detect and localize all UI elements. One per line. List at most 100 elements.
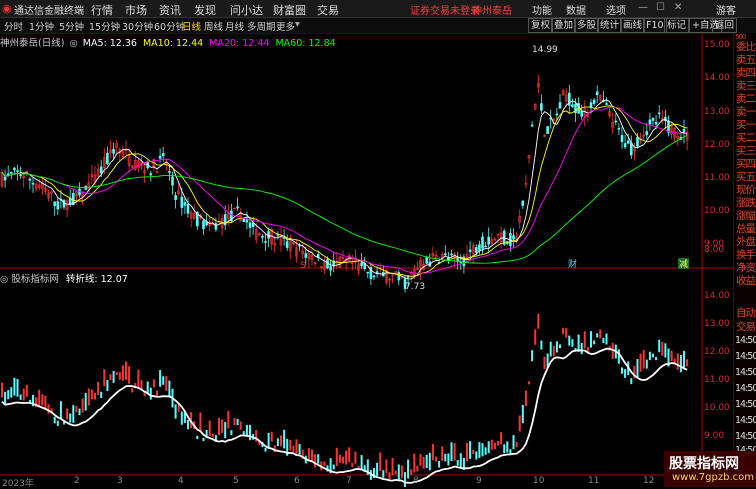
candle-body — [261, 236, 264, 238]
indicator-bar — [441, 446, 444, 461]
indicator-bar — [13, 377, 16, 396]
indicator-bar — [540, 340, 543, 350]
indicator-bar — [276, 438, 279, 447]
indicator-bar — [149, 387, 152, 400]
indicator-bar — [81, 398, 84, 413]
candle-body — [161, 153, 165, 157]
indicator-bar — [87, 388, 90, 406]
indicator-bar — [218, 417, 220, 436]
indicator-bar — [307, 448, 310, 461]
side-trade[interactable]: 交易 — [736, 319, 756, 334]
indicator-bar — [630, 378, 633, 385]
x-tick-1: 2 — [74, 476, 80, 486]
price-tick-1: 14.00 — [704, 73, 730, 83]
candle-body — [10, 172, 13, 174]
indicator-bar — [245, 424, 248, 437]
candle-body — [31, 182, 35, 185]
indicator-bar — [478, 442, 481, 458]
candle-body — [168, 171, 171, 173]
indicator-bar — [298, 444, 301, 455]
candle-body — [595, 91, 599, 95]
indicator-bar — [97, 381, 100, 395]
side-time-1: 14:50 — [735, 351, 756, 362]
candle-body — [592, 99, 596, 104]
sub-indicator-bars — [1, 313, 689, 487]
indicator-bar — [453, 443, 456, 461]
indicator-bar — [180, 411, 183, 425]
indicator-bar — [106, 380, 109, 392]
indicator-bar — [645, 359, 648, 369]
ma-lines — [1, 99, 688, 280]
price-tick-4: 11.00 — [704, 173, 730, 183]
turn-line — [1, 347, 688, 484]
indicator-bar — [10, 387, 13, 398]
event-marker-cai[interactable]: 财 — [568, 258, 577, 270]
candle-body — [617, 127, 621, 130]
indicator-bar — [388, 472, 391, 481]
indicator-bar — [431, 443, 434, 461]
indicator-bar — [59, 401, 62, 419]
indicator-bar — [16, 379, 19, 397]
candle-body — [13, 167, 16, 171]
indicator-bar — [335, 447, 338, 467]
indicator-bar — [208, 420, 211, 437]
indicator-bar — [524, 390, 527, 407]
indicator-bar — [503, 444, 506, 454]
indicator-bar — [624, 369, 627, 378]
side-tab-18[interactable]: 收益 — [736, 273, 756, 288]
indicator-bar — [283, 429, 286, 449]
indicator-bar — [459, 453, 462, 468]
event-marker-jian[interactable]: 减 — [679, 258, 688, 270]
side-time-3: 14:50 — [735, 383, 756, 394]
indicator-bar — [221, 419, 224, 434]
indicator-bar — [109, 374, 112, 381]
turn-line-path — [1, 347, 688, 484]
candle-body — [214, 223, 218, 230]
indicator-bar — [348, 447, 351, 463]
indicator-bar — [636, 359, 639, 378]
indicator-bar — [199, 412, 202, 431]
site-watermark: 股票指标网 www.7gpzb.com — [664, 451, 756, 487]
candle-body — [636, 136, 639, 147]
candle-body — [623, 143, 627, 148]
quote-side-panel: 500 委比 卖五 卖四 卖三 卖二 卖一 买一 买二 买三 买四 买五 现价 … — [733, 33, 756, 487]
indicator-bar — [4, 391, 7, 404]
indicator-bar — [400, 465, 403, 479]
indicator-bar — [497, 440, 499, 446]
indicator-bar — [165, 376, 168, 391]
indicator-bar — [537, 313, 540, 329]
candle-body — [620, 135, 624, 142]
side-time-4: 14:50 — [735, 399, 756, 410]
indicator-bar — [543, 356, 546, 370]
ma10-line — [1, 105, 688, 277]
indicator-bar — [416, 465, 419, 472]
indicator-bar — [590, 331, 592, 348]
indicator-bar — [555, 341, 558, 353]
indicator-bar — [469, 441, 472, 459]
candle-body — [171, 176, 174, 186]
indicator-bar — [264, 447, 267, 452]
indicator-bar — [490, 439, 493, 450]
candle-body — [487, 236, 491, 245]
kline-chart[interactable]: 14.99 7.73 S 财 减 — [0, 0, 733, 487]
side-auto[interactable]: 自动 — [736, 305, 756, 320]
indicator-bar — [549, 341, 552, 357]
indicator-bar — [391, 457, 394, 476]
indicator-bar — [22, 388, 25, 401]
indicator-bar — [38, 389, 41, 408]
candle-body — [651, 117, 655, 121]
indicator-bar — [354, 451, 357, 464]
indicator-bar — [128, 366, 131, 384]
indicator-bar — [397, 464, 400, 481]
candle-body — [112, 148, 115, 154]
indicator-bar — [481, 443, 484, 457]
indicator-bar — [211, 433, 214, 438]
indicator-bar — [456, 459, 459, 466]
event-marker-s[interactable]: S — [300, 261, 306, 271]
indicator-bar — [270, 431, 273, 442]
indicator-bar — [394, 470, 397, 475]
candle-body — [56, 201, 60, 210]
indicator-bar — [679, 354, 682, 373]
price-tick-0: 15.00 — [704, 40, 730, 50]
candle-body — [654, 121, 658, 125]
